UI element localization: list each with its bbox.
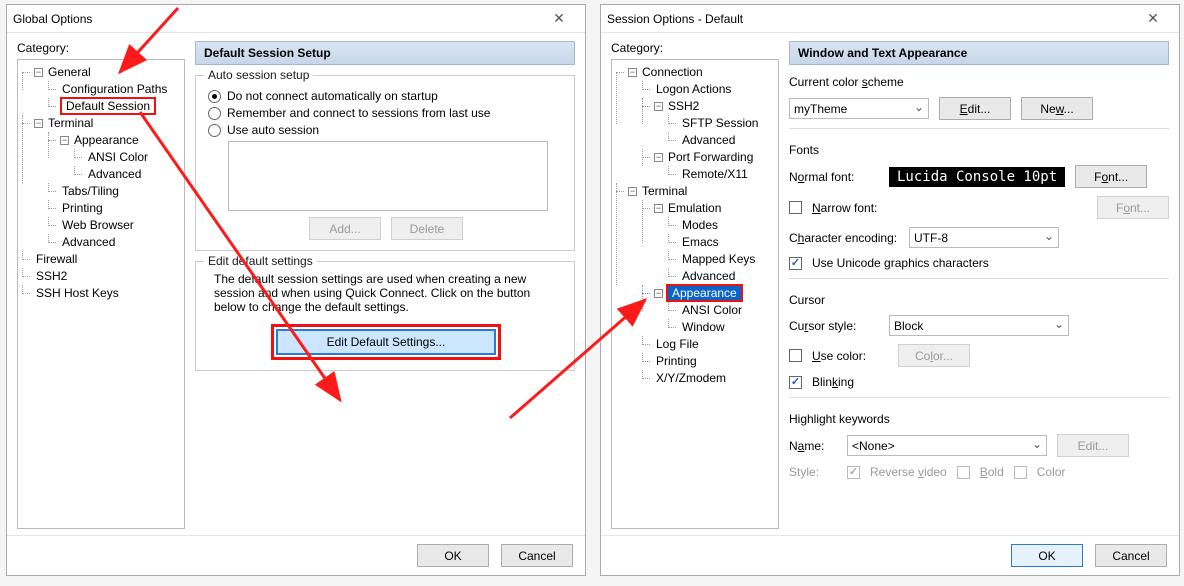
reverse-check <box>847 466 860 479</box>
add-button: Add... <box>309 217 381 240</box>
auto-session-list <box>228 141 548 211</box>
panel-title: Default Session Setup <box>195 41 575 65</box>
tree-ansi-color[interactable]: ANSI Color <box>86 150 150 164</box>
edit-default-desc: The default session settings are used wh… <box>208 272 564 324</box>
color-ck-label: Color <box>1037 465 1066 479</box>
delete-button: Delete <box>391 217 463 240</box>
radio-icon[interactable] <box>208 90 221 103</box>
edit-scheme-button[interactable]: Edit... <box>939 97 1011 120</box>
font-button[interactable]: Font... <box>1075 165 1147 188</box>
tree-advanced[interactable]: Advanced <box>680 133 737 147</box>
char-enc-combo[interactable]: UTF-8 <box>909 227 1059 248</box>
tree-advanced[interactable]: Advanced <box>86 167 143 181</box>
radio-no-auto[interactable]: Do not connect automatically on startup <box>208 89 564 103</box>
edit-default-legend: Edit default settings <box>204 254 317 268</box>
tree-general[interactable]: General <box>46 65 93 79</box>
tree-ssh2[interactable]: SSH2 <box>34 269 69 283</box>
tree-xyz[interactable]: X/Y/Zmodem <box>654 371 728 385</box>
close-icon[interactable]: ✕ <box>539 10 579 27</box>
tree-ansi[interactable]: ANSI Color <box>680 303 744 317</box>
auto-session-legend: Auto session setup <box>204 68 313 82</box>
radio-icon[interactable] <box>208 124 221 137</box>
close-icon[interactable]: ✕ <box>1133 10 1173 27</box>
tree-tabs[interactable]: Tabs/Tiling <box>60 184 121 198</box>
tree-advanced2[interactable]: Advanced <box>60 235 117 249</box>
radio-icon[interactable] <box>208 107 221 120</box>
ok-button[interactable]: OK <box>1011 544 1083 567</box>
color-scheme-combo[interactable]: myTheme <box>789 98 929 119</box>
bold-label: Bold <box>980 465 1004 479</box>
edit-default-settings-button[interactable]: Edit Default Settings... <box>276 329 496 355</box>
use-color-label: Use color: <box>812 349 888 363</box>
reverse-label: Reverse video <box>870 465 947 479</box>
panel-title: Window and Text Appearance <box>789 41 1169 65</box>
category-tree[interactable]: −Connection Logon Actions −SSH2 SFTP Ses… <box>611 59 779 529</box>
blinking-label: Blinking <box>812 375 854 389</box>
fonts-label: Fonts <box>789 143 1169 157</box>
tree-emulation[interactable]: Emulation <box>666 201 723 215</box>
hk-name-combo[interactable]: <None> <box>847 435 1047 456</box>
cancel-button[interactable]: Cancel <box>501 544 573 567</box>
tree-sftp[interactable]: SFTP Session <box>680 116 760 130</box>
tree-ssh-host-keys[interactable]: SSH Host Keys <box>34 286 121 300</box>
new-scheme-button[interactable]: New... <box>1021 97 1093 120</box>
cancel-button[interactable]: Cancel <box>1095 544 1167 567</box>
tree-config-paths[interactable]: Configuration Paths <box>60 82 169 96</box>
tree-advanced2[interactable]: Advanced <box>680 269 737 283</box>
cursor-style-label: Cursor style: <box>789 319 879 333</box>
color-button: Color... <box>898 344 970 367</box>
tree-firewall[interactable]: Firewall <box>34 252 79 266</box>
tree-default-session[interactable]: Default Session <box>60 97 156 115</box>
hk-style-label: Style: <box>789 465 837 479</box>
tree-mapped[interactable]: Mapped Keys <box>680 252 757 266</box>
tree-logon[interactable]: Logon Actions <box>654 82 733 96</box>
tree-printing[interactable]: Printing <box>654 354 699 368</box>
tree-appearance[interactable]: Appearance <box>666 284 743 302</box>
color-scheme-label: Current color scheme <box>789 75 1169 89</box>
blinking-check[interactable] <box>789 376 802 389</box>
tree-window[interactable]: Window <box>680 320 727 334</box>
hk-name-label: Name: <box>789 439 837 453</box>
hk-edit-button: Edit... <box>1057 434 1129 457</box>
cursor-label: Cursor <box>789 293 1169 307</box>
tree-remotex11[interactable]: Remote/X11 <box>680 167 750 181</box>
color-check <box>1014 466 1027 479</box>
tree-portfwd[interactable]: Port Forwarding <box>666 150 755 164</box>
unicode-check[interactable] <box>789 257 802 270</box>
ok-button[interactable]: OK <box>417 544 489 567</box>
tree-logfile[interactable]: Log File <box>654 337 701 351</box>
normal-font-label: Normal font: <box>789 170 879 184</box>
highlight-label: Highlight keywords <box>789 412 1169 426</box>
tree-terminal[interactable]: Terminal <box>640 184 689 198</box>
tree-web[interactable]: Web Browser <box>60 218 136 232</box>
cursor-style-combo[interactable]: Block <box>889 315 1069 336</box>
tree-appearance[interactable]: Appearance <box>72 133 141 147</box>
session-title: Session Options - Default <box>607 12 1133 26</box>
narrow-font-button: Font... <box>1097 196 1169 219</box>
tree-connection[interactable]: Connection <box>640 65 705 79</box>
global-title: Global Options <box>13 12 539 26</box>
unicode-label: Use Unicode graphics characters <box>812 256 989 270</box>
tree-printing[interactable]: Printing <box>60 201 105 215</box>
tree-terminal[interactable]: Terminal <box>46 116 95 130</box>
radio-remember[interactable]: Remember and connect to sessions from la… <box>208 106 564 120</box>
tree-emacs[interactable]: Emacs <box>680 235 721 249</box>
use-color-check[interactable] <box>789 349 802 362</box>
char-enc-label: Character encoding: <box>789 231 899 245</box>
narrow-check[interactable] <box>789 201 802 214</box>
radio-use-auto[interactable]: Use auto session <box>208 123 564 137</box>
bold-check <box>957 466 970 479</box>
font-sample: Lucida Console 10pt <box>889 167 1065 187</box>
tree-ssh2[interactable]: SSH2 <box>666 99 701 113</box>
category-tree[interactable]: −General Configuration Paths Default Ses… <box>17 59 185 529</box>
category-label: Category: <box>611 41 779 55</box>
category-label: Category: <box>17 41 185 55</box>
tree-modes[interactable]: Modes <box>680 218 720 232</box>
narrow-font-label: Narrow font: <box>812 201 894 215</box>
